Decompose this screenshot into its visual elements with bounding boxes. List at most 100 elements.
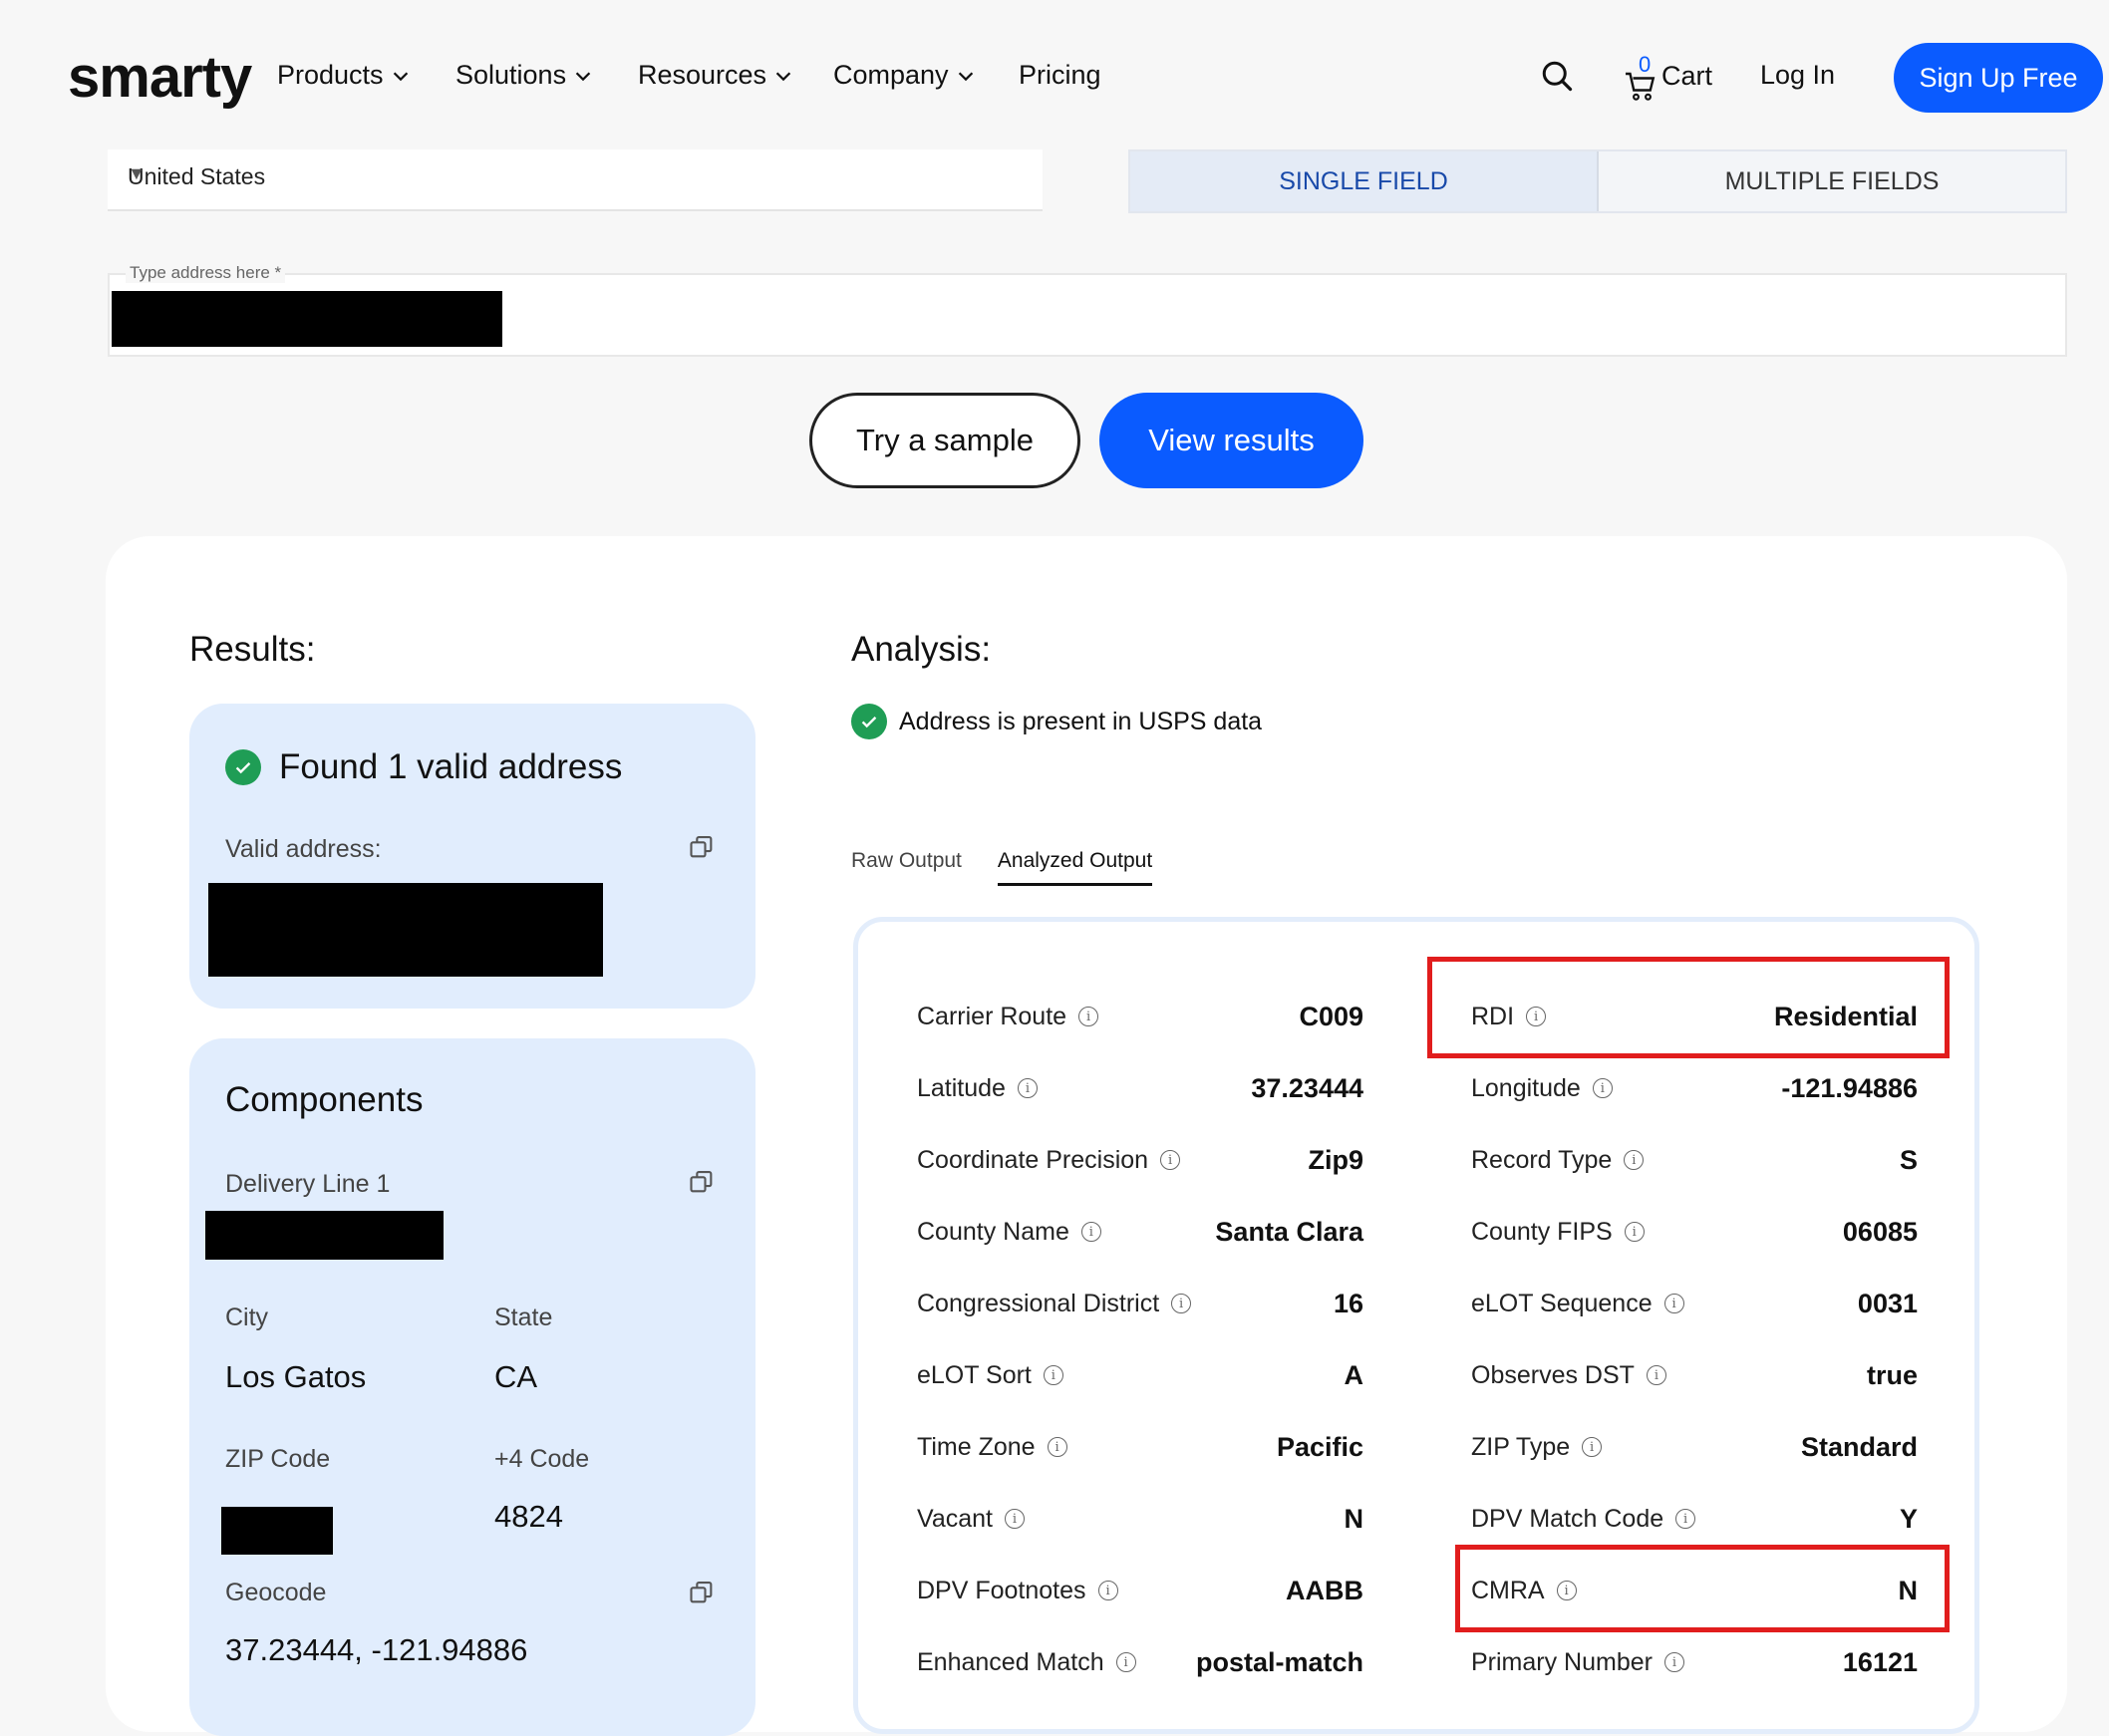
- analysis-row: Primary Number i 16121: [1471, 1642, 1918, 1682]
- field-value: N: [1344, 1503, 1364, 1534]
- field-label: Longitude i: [1471, 1074, 1613, 1103]
- info-icon[interactable]: i: [1047, 1437, 1067, 1457]
- field-label: eLOT Sequence i: [1471, 1290, 1684, 1318]
- nav-pricing[interactable]: Pricing: [1019, 60, 1101, 91]
- plus4-value: 4824: [494, 1499, 563, 1534]
- field-value: 16121: [1842, 1646, 1918, 1677]
- country-select[interactable]: United States ▼: [108, 149, 1043, 211]
- field-value: A: [1344, 1359, 1364, 1390]
- caret-down-icon: ▼: [128, 163, 146, 183]
- analysis-row: DPV Footnotes i AABB: [917, 1571, 1363, 1610]
- nav-resources[interactable]: Resources: [638, 60, 794, 91]
- info-icon[interactable]: i: [1097, 1581, 1118, 1600]
- components-title: Components: [225, 1080, 424, 1119]
- geocode-label: Geocode: [225, 1579, 327, 1606]
- nav-solutions[interactable]: Solutions: [455, 60, 594, 91]
- try-sample-button[interactable]: Try a sample: [809, 393, 1080, 488]
- plus4-label: +4 Code: [494, 1445, 590, 1473]
- redacted-valid-address: [208, 883, 603, 977]
- rdi-highlight-box: [1427, 957, 1950, 1058]
- analysis-row: Record Type i S: [1471, 1140, 1918, 1180]
- info-icon[interactable]: i: [1592, 1078, 1613, 1098]
- cart-button[interactable]: 0 Cart: [1623, 52, 1712, 104]
- field-value: postal-match: [1195, 1646, 1363, 1677]
- field-value: Santa Clara: [1215, 1216, 1363, 1247]
- found-count-text: Found 1 valid address: [279, 747, 623, 786]
- analysis-row: County FIPS i 06085: [1471, 1212, 1918, 1252]
- field-label-text: Coordinate Precision: [917, 1145, 1149, 1174]
- info-icon[interactable]: i: [1017, 1078, 1038, 1098]
- field-label-text: Observes DST: [1471, 1360, 1635, 1389]
- analysis-row: Coordinate Precision i Zip9: [917, 1140, 1363, 1180]
- field-label-text: ZIP Type: [1471, 1432, 1571, 1461]
- field-label-text: eLOT Sequence: [1471, 1289, 1653, 1317]
- info-icon[interactable]: i: [1115, 1652, 1136, 1672]
- info-icon[interactable]: i: [1624, 1222, 1645, 1242]
- info-icon[interactable]: i: [1078, 1007, 1099, 1026]
- delivery-line-label: Delivery Line 1: [225, 1170, 391, 1198]
- field-label: DPV Match Code i: [1471, 1505, 1696, 1534]
- field-label-text: Vacant: [917, 1504, 993, 1533]
- copy-icon[interactable]: [688, 1168, 716, 1196]
- redacted-delivery-line: [205, 1211, 444, 1260]
- field-label: County Name i: [917, 1218, 1101, 1247]
- field-value: 06085: [1842, 1216, 1918, 1247]
- info-icon[interactable]: i: [1646, 1365, 1666, 1385]
- analysis-row: Time Zone i Pacific: [917, 1427, 1363, 1467]
- info-icon[interactable]: i: [1624, 1150, 1645, 1170]
- tab-analyzed-output[interactable]: Analyzed Output: [997, 849, 1153, 886]
- info-icon[interactable]: i: [1582, 1437, 1603, 1457]
- info-icon[interactable]: i: [1663, 1294, 1684, 1313]
- nav-products[interactable]: Products: [277, 60, 412, 91]
- field-label-text: Longitude: [1471, 1073, 1581, 1102]
- info-icon[interactable]: i: [1171, 1294, 1192, 1313]
- city-value: Los Gatos: [225, 1359, 367, 1394]
- analysis-heading: Analysis:: [851, 630, 992, 669]
- chevron-down-icon: [775, 71, 791, 81]
- chevron-down-icon: [393, 71, 408, 81]
- field-label: Carrier Route i: [917, 1003, 1099, 1031]
- nav-company[interactable]: Company: [833, 60, 977, 91]
- info-icon[interactable]: i: [1080, 1222, 1101, 1242]
- tab-raw-output[interactable]: Raw Output: [851, 849, 962, 886]
- analysis-row: ZIP Type i Standard: [1471, 1427, 1918, 1467]
- info-icon[interactable]: i: [1675, 1509, 1696, 1529]
- copy-icon[interactable]: [688, 833, 716, 861]
- field-label: Latitude i: [917, 1074, 1038, 1103]
- field-value: S: [1899, 1144, 1918, 1175]
- info-icon[interactable]: i: [1004, 1509, 1025, 1529]
- search-icon[interactable]: [1539, 58, 1575, 94]
- view-results-button[interactable]: View results: [1099, 393, 1363, 488]
- field-value: 0031: [1857, 1288, 1918, 1318]
- field-value: C009: [1299, 1001, 1363, 1031]
- copy-icon[interactable]: [688, 1579, 716, 1606]
- field-label-text: County FIPS: [1471, 1217, 1613, 1246]
- field-label: Record Type i: [1471, 1145, 1645, 1175]
- analysis-row: Carrier Route i C009: [917, 997, 1363, 1036]
- tab-single-field[interactable]: SINGLE FIELD: [1130, 151, 1599, 211]
- field-label-text: Record Type: [1471, 1145, 1613, 1174]
- info-icon[interactable]: i: [1043, 1365, 1063, 1385]
- info-icon[interactable]: i: [1160, 1150, 1181, 1170]
- info-icon[interactable]: i: [1663, 1652, 1684, 1672]
- field-label: DPV Footnotes i: [917, 1577, 1118, 1605]
- field-label-text: Congressional District: [917, 1289, 1160, 1317]
- input-mode-tabs: SINGLE FIELD MULTIPLE FIELDS: [1128, 149, 2067, 213]
- field-label: Coordinate Precision i: [917, 1145, 1181, 1175]
- field-label-text: Latitude: [917, 1073, 1006, 1102]
- tab-multiple-fields[interactable]: MULTIPLE FIELDS: [1599, 151, 2065, 211]
- redacted-zip-code: [221, 1507, 333, 1555]
- field-value: 16: [1333, 1288, 1363, 1318]
- analysis-row: DPV Match Code i Y: [1471, 1499, 1918, 1539]
- zip-code-label: ZIP Code: [225, 1445, 331, 1473]
- analysis-row: Observes DST i true: [1471, 1355, 1918, 1395]
- field-label: County FIPS i: [1471, 1218, 1645, 1247]
- login-link[interactable]: Log In: [1760, 60, 1835, 91]
- field-label: Primary Number i: [1471, 1648, 1684, 1677]
- chevron-down-icon: [958, 71, 973, 81]
- smarty-logo[interactable]: smarty: [68, 44, 252, 111]
- analysis-row: Latitude i 37.23444: [917, 1068, 1363, 1108]
- field-value: AABB: [1286, 1575, 1363, 1605]
- signup-button[interactable]: Sign Up Free: [1894, 43, 2103, 113]
- cmra-highlight-box: [1455, 1545, 1950, 1632]
